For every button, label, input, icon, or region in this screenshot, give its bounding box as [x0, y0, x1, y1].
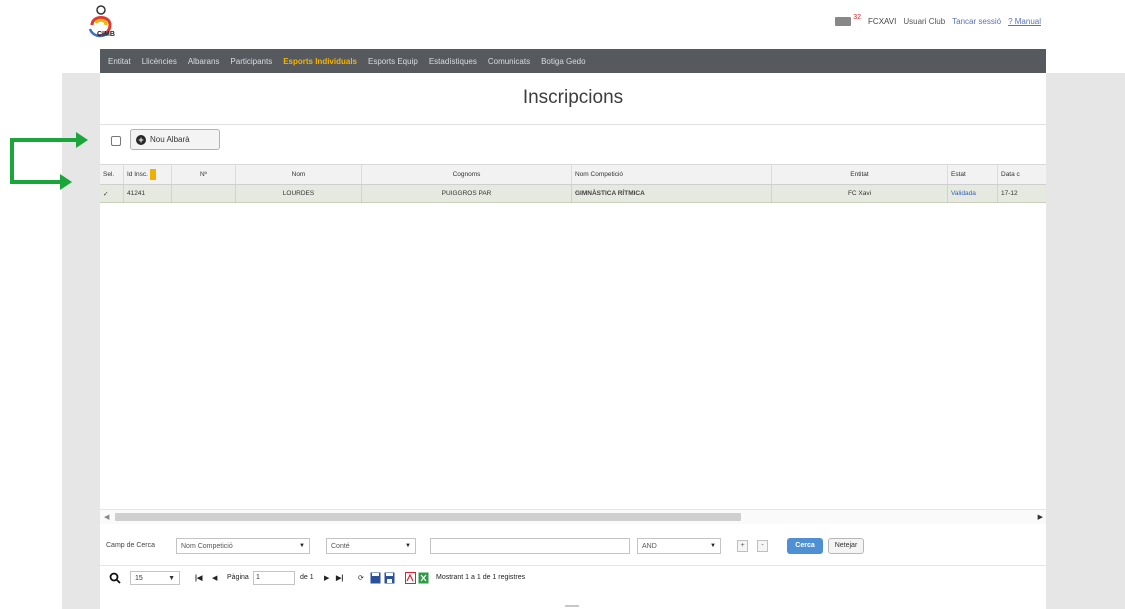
column-header-data[interactable]: Data c: [998, 165, 1046, 184]
annotation-arrowhead-top: [76, 132, 88, 148]
first-page-icon[interactable]: |◀: [195, 574, 202, 582]
top-header: CIMB 32 FCXAVI Usuari Club Tancar sessió…: [0, 0, 1125, 47]
last-page-icon[interactable]: ▶|: [336, 574, 343, 582]
column-header-sel[interactable]: Sel.: [100, 165, 124, 184]
column-header-id-label: Id Insc.: [127, 171, 148, 178]
search-bar: Camp de Cerca Nom Competició ▼ Conté ▼ A…: [100, 534, 1046, 558]
new-albara-button[interactable]: + Nou Albarà: [130, 129, 220, 150]
nav-item-participants[interactable]: Participants: [230, 57, 272, 66]
main-panel: Inscripcions + Nou Albarà Sel. Id Insc. …: [100, 73, 1046, 609]
page-size-value: 15: [135, 574, 143, 582]
page-title: Inscripcions: [522, 87, 624, 108]
page-size-select[interactable]: 15 ▼: [130, 571, 180, 585]
horizontal-scrollbar[interactable]: ◀ ▶: [100, 509, 1046, 524]
nav-item-comunicats[interactable]: Comunicats: [488, 57, 530, 66]
search-operator-value: Conté: [331, 542, 350, 550]
logout-link[interactable]: Tancar sessió: [952, 17, 1001, 26]
mail-count-badge: 32: [853, 14, 862, 21]
search-logic-value: AND: [642, 542, 657, 550]
chevron-down-icon: ▼: [299, 543, 305, 549]
cell-competicio: GIMNÀSTICA RÍTMICA: [572, 185, 772, 202]
pager: 15 ▼ |◀ ◀ Pàgina 1 de 1 ▶ ▶| ⟳ Mostrant …: [100, 565, 1046, 591]
scroll-left-icon[interactable]: ◀: [104, 513, 109, 521]
refresh-icon[interactable]: ⟳: [358, 574, 364, 582]
grid-header: Sel. Id Insc. Nº Nom Cognoms Nom Competi…: [100, 164, 1046, 185]
column-header-competicio[interactable]: Nom Competició: [572, 165, 772, 184]
search-logic-select[interactable]: AND ▼: [637, 538, 721, 554]
column-header-num[interactable]: Nº: [172, 165, 236, 184]
nav-item-llicencies[interactable]: Llicències: [142, 57, 177, 66]
clear-button[interactable]: Netejar: [828, 538, 864, 554]
column-header-cognoms[interactable]: Cognoms: [362, 165, 572, 184]
cell-data: 17-12: [1001, 190, 1018, 197]
search-button[interactable]: Cerca: [787, 538, 823, 554]
user-code: FCXAVI: [868, 17, 897, 26]
right-margin: [1046, 73, 1125, 609]
cell-nom: LOURDES: [236, 185, 362, 202]
page-input[interactable]: 1: [253, 571, 295, 585]
remove-condition-button[interactable]: -: [757, 540, 768, 552]
nav-item-esports-individuals[interactable]: Esports Individuals: [283, 57, 357, 66]
page-of-label: de 1: [300, 574, 314, 581]
annotation-arrow-up: [10, 138, 78, 166]
annotation-arrows: [10, 132, 88, 190]
chevron-down-icon: ▼: [710, 543, 716, 549]
save-icon[interactable]: [370, 572, 381, 584]
column-header-estat[interactable]: Estat: [948, 165, 998, 184]
select-all-checkbox[interactable]: [111, 136, 121, 146]
user-type: Usuari Club: [903, 17, 946, 26]
logo-text: CIMB: [97, 31, 115, 38]
manual-link[interactable]: ? Manual: [1008, 17, 1041, 26]
logo-icon[interactable]: [82, 3, 138, 45]
cell-estat-link[interactable]: Validada: [948, 185, 998, 202]
scroll-right-icon[interactable]: ▶: [1038, 513, 1043, 521]
nav-item-esports-equip[interactable]: Esports Equip: [368, 57, 418, 66]
search-field-select[interactable]: Nom Competició ▼: [176, 538, 310, 554]
search-label: Camp de Cerca: [106, 542, 156, 549]
search-field-value: Nom Competició: [181, 542, 233, 550]
nav-item-entitat[interactable]: Entitat: [108, 57, 131, 66]
cell-id: 41241: [124, 185, 172, 202]
next-page-icon[interactable]: ▶: [324, 574, 329, 582]
chevron-down-icon: ▼: [168, 574, 175, 582]
nav-item-estadistiques[interactable]: Estadístiques: [429, 57, 477, 66]
scrollbar-thumb[interactable]: [115, 513, 741, 521]
chevron-down-icon: ▼: [405, 543, 411, 549]
cell-num: [172, 185, 236, 202]
nav-item-albarans[interactable]: Albarans: [188, 57, 220, 66]
cell-entitat: FC Xavi: [772, 185, 948, 202]
add-condition-button[interactable]: +: [737, 540, 748, 552]
plus-circle-icon: +: [136, 134, 146, 145]
save-all-icon[interactable]: [384, 572, 395, 584]
table-row[interactable]: ✓ 41241 LOURDES PUIGGROS PAR GIMNÀSTICA …: [100, 185, 1046, 203]
resize-handle[interactable]: [565, 605, 579, 607]
column-header-id[interactable]: Id Insc.: [124, 165, 172, 184]
annotation-arrow-down: [10, 138, 62, 184]
column-header-entitat[interactable]: Entitat: [772, 165, 948, 184]
annotation-arrowhead-bottom: [60, 174, 72, 190]
column-header-nom[interactable]: Nom: [236, 165, 362, 184]
excel-export-icon[interactable]: [418, 572, 429, 584]
page-label: Pàgina: [227, 574, 249, 581]
search-operator-select[interactable]: Conté ▼: [326, 538, 416, 554]
divider: [100, 124, 1046, 125]
search-input[interactable]: [430, 538, 630, 554]
pdf-export-icon[interactable]: [405, 572, 416, 584]
records-status: Mostrant 1 a 1 de 1 registres: [436, 574, 526, 581]
cell-cognoms: PUIGGROS PAR: [362, 185, 572, 202]
new-albara-label: Nou Albarà: [150, 135, 190, 144]
nav-item-botiga-gedo[interactable]: Botiga Gedo: [541, 57, 585, 66]
mail-icon[interactable]: [835, 17, 852, 26]
search-icon[interactable]: [109, 572, 121, 584]
user-area: 32 FCXAVI Usuari Club Tancar sessió ? Ma…: [835, 14, 1041, 26]
sort-icon: [149, 169, 156, 180]
main-nav: Entitat Llicències Albarans Participants…: [100, 49, 1046, 73]
prev-page-icon[interactable]: ◀: [212, 574, 217, 582]
row-checkbox[interactable]: ✓: [100, 185, 124, 202]
